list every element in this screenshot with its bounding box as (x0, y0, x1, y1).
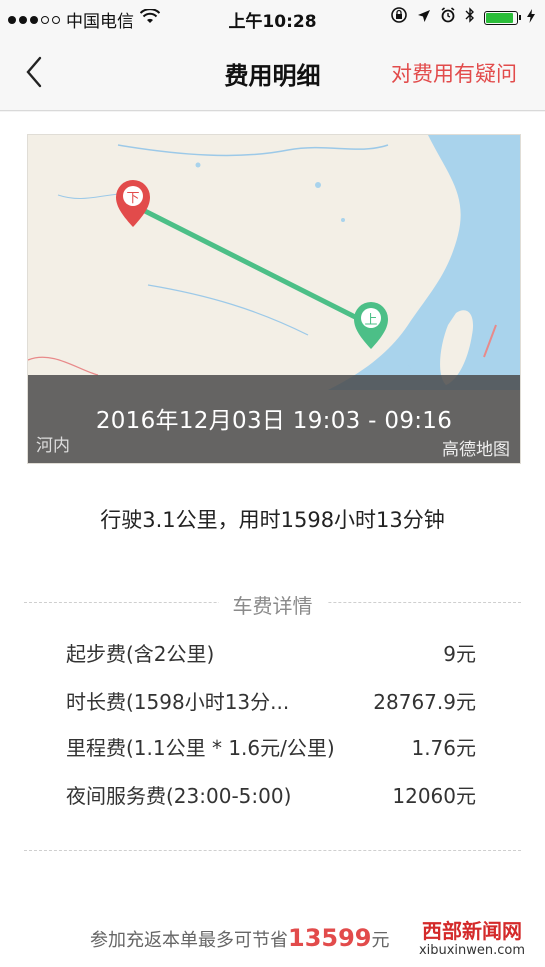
section-divider (24, 850, 521, 851)
nav-bar: 费用明细 对费用有疑问 (0, 34, 545, 111)
fee-section-title: 车费详情 (0, 590, 545, 619)
fee-question-button[interactable]: 对费用有疑问 (391, 58, 517, 88)
fee-detail-card: 下 上 2016年12月03日 19:03 - 09:16 河内 高德地图 行驶… (0, 112, 545, 967)
fee-label: 夜间服务费(23:00-5:00) (66, 784, 292, 808)
fee-row-duration: 时长费(1598小时13分... 28767.9元 (66, 686, 476, 720)
fee-value: 9元 (443, 642, 476, 666)
promo-amount: 13599 (288, 924, 372, 952)
start-marker-label: 上 (364, 313, 377, 328)
map-city-label: 河内 (36, 436, 70, 456)
promo-prefix: 参加充返本单最多可节省 (90, 930, 288, 951)
end-marker-label: 下 (126, 191, 139, 206)
route-map[interactable]: 下 上 2016年12月03日 19:03 - 09:16 河内 高德地图 (27, 134, 521, 464)
bluetooth-icon (465, 7, 475, 28)
fee-value: 28767.9元 (373, 690, 476, 714)
alarm-icon (440, 7, 456, 28)
map-brand-logo: 高德地图 (442, 440, 510, 460)
fee-label: 时长费(1598小时13分... (66, 690, 290, 714)
watermark-logo: 西部新闻网 xibuxinwen.com (403, 919, 541, 963)
fee-row-night-service: 夜间服务费(23:00-5:00) 12060元 (66, 780, 476, 814)
fee-value: 12060元 (392, 784, 476, 808)
location-arrow-icon (417, 8, 431, 28)
watermark-name: 西部新闻网 (422, 919, 522, 943)
trip-time-range: 2016年12月03日 19:03 - 09:16 (95, 408, 453, 434)
fee-value: 1.76元 (411, 736, 476, 760)
promo-text[interactable]: 参加充返本单最多可节省13599元 (90, 924, 390, 952)
watermark-url: xibuxinwen.com (418, 943, 526, 958)
rotation-lock-icon (390, 6, 408, 29)
battery-icon (484, 10, 521, 25)
map-time-overlay: 2016年12月03日 19:03 - 09:16 河内 高德地图 (28, 375, 520, 463)
promo-unit: 元 (371, 930, 390, 951)
fee-row-base: 起步费(含2公里) 9元 (66, 638, 476, 672)
status-bar: 中国电信 上午10:28 (0, 0, 545, 34)
charging-icon (527, 8, 535, 28)
fee-row-distance: 里程费(1.1公里 * 1.6元/公里) 1.76元 (66, 732, 476, 766)
trip-summary: 行驶3.1公里，用时1598小时13分钟 (100, 508, 445, 532)
fee-label: 里程费(1.1公里 * 1.6元/公里) (66, 736, 335, 760)
fee-label: 起步费(含2公里) (66, 642, 215, 666)
status-right (390, 6, 535, 29)
